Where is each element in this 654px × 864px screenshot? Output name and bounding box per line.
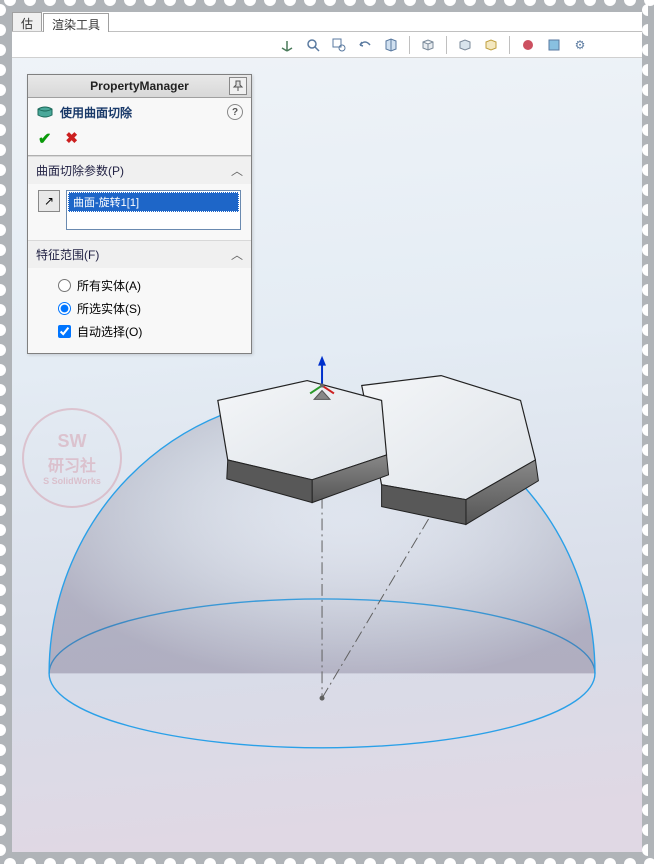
surface-cut-icon	[36, 103, 54, 121]
app-workspace: 估 渲染工具 ⚙	[12, 12, 642, 852]
feature-name: 使用曲面切除	[60, 104, 132, 121]
section-cut-params-body: ↗ 曲面-旋转1[1]	[28, 184, 251, 240]
pm-titlebar: PropertyManager	[28, 75, 251, 98]
zoom-area-icon[interactable]	[329, 35, 349, 55]
radio-selected-bodies[interactable]: 所选实体(S)	[38, 297, 241, 320]
confirm-row: ✔ ✖	[28, 126, 251, 155]
chevron-up-icon: ︿	[231, 162, 243, 179]
section-feature-scope[interactable]: 特征范围(F) ︿	[28, 240, 251, 268]
radio-all-bodies[interactable]: 所有实体(A)	[38, 274, 241, 297]
zoom-fit-icon[interactable]	[303, 35, 323, 55]
separator	[409, 36, 410, 54]
chevron-up-icon: ︿	[231, 246, 243, 263]
pm-title-text: PropertyManager	[90, 79, 189, 93]
ribbon-tabs: 估 渲染工具	[12, 12, 642, 32]
cancel-button[interactable]: ✖	[65, 129, 78, 149]
flip-direction-button[interactable]: ↗	[38, 190, 60, 212]
pin-button[interactable]	[229, 77, 247, 95]
radio-label: 所有实体(A)	[77, 277, 141, 294]
section-feature-scope-body: 所有实体(A) 所选实体(S) 自动选择(O)	[28, 268, 251, 353]
edit-appearance-icon[interactable]	[518, 35, 538, 55]
ok-button[interactable]: ✔	[38, 129, 51, 149]
view-settings-icon[interactable]: ⚙	[570, 35, 590, 55]
tab-render-tools[interactable]: 渲染工具	[43, 13, 109, 32]
property-manager-panel: PropertyManager 使用曲面切除 ? ✔ ✖ 曲面切除参数(P) ︿…	[27, 74, 252, 354]
radio-label: 所选实体(S)	[77, 300, 141, 317]
check-auto-select[interactable]: 自动选择(O)	[38, 320, 241, 343]
hide-show-icon[interactable]	[481, 35, 501, 55]
check-auto-select-input[interactable]	[58, 325, 71, 338]
feature-header: 使用曲面切除 ?	[28, 98, 251, 126]
radio-all-bodies-input[interactable]	[58, 279, 71, 292]
prev-view-icon[interactable]	[355, 35, 375, 55]
section-cut-params[interactable]: 曲面切除参数(P) ︿	[28, 156, 251, 184]
check-label: 自动选择(O)	[77, 323, 142, 340]
section-view-icon[interactable]	[381, 35, 401, 55]
surface-selection-list[interactable]: 曲面-旋转1[1]	[66, 190, 241, 230]
view-toolbar: ⚙	[12, 32, 642, 58]
separator	[446, 36, 447, 54]
section-title: 曲面切除参数(P)	[36, 162, 124, 179]
view-orientation-icon[interactable]	[418, 35, 438, 55]
radio-selected-bodies-input[interactable]	[58, 302, 71, 315]
display-style-icon[interactable]	[455, 35, 475, 55]
selection-item[interactable]: 曲面-旋转1[1]	[68, 192, 239, 212]
triad-icon[interactable]	[277, 35, 297, 55]
help-button[interactable]: ?	[227, 104, 243, 120]
section-title: 特征范围(F)	[36, 246, 99, 263]
tab-evaluate[interactable]: 估	[12, 12, 42, 31]
apply-scene-icon[interactable]	[544, 35, 564, 55]
separator	[509, 36, 510, 54]
